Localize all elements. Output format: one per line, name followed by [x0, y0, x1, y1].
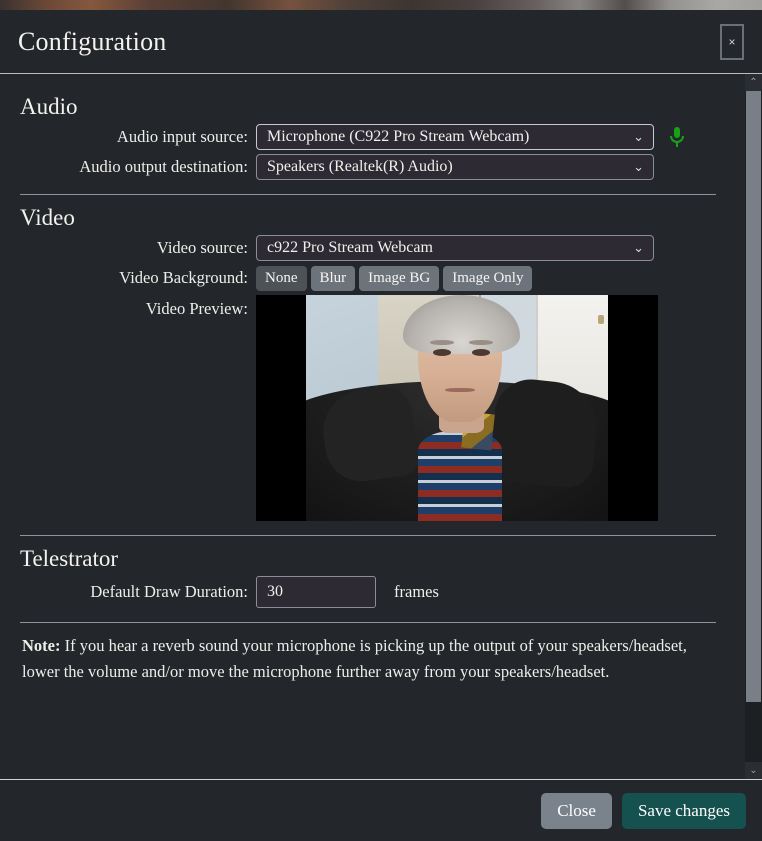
row-audio-input: Audio input source: Microphone (C922 Pro…: [8, 124, 728, 150]
scrollbar-thumb[interactable]: [746, 91, 761, 702]
video-source-label: Video source:: [8, 238, 256, 258]
section-heading-audio: Audio: [20, 94, 728, 120]
row-draw-duration: Default Draw Duration: frames: [8, 576, 728, 608]
video-preview-feed: [306, 295, 608, 521]
video-preview: [256, 295, 658, 521]
note-prefix: Note:: [22, 636, 60, 655]
dialog-footer: Close Save changes: [0, 779, 762, 841]
bg-option-image-bg[interactable]: Image BG: [359, 266, 439, 291]
chevron-down-icon: ⌄: [633, 125, 644, 149]
row-video-preview: Video Preview:: [8, 295, 728, 521]
close-icon[interactable]: ×: [720, 24, 744, 60]
bg-option-blur[interactable]: Blur: [311, 266, 356, 291]
section-heading-telestrator: Telestrator: [20, 546, 728, 572]
audio-output-value: Speakers (Realtek(R) Audio): [267, 158, 453, 175]
settings-scroll-content: Audio Audio input source: Microphone (C9…: [0, 74, 736, 779]
scroll-down-icon[interactable]: ⌄: [745, 762, 762, 779]
microphone-icon: [668, 126, 686, 148]
scroll-up-icon[interactable]: ⌃: [745, 74, 762, 91]
row-audio-output: Audio output destination: Speakers (Real…: [8, 154, 728, 180]
bg-option-image-only[interactable]: Image Only: [443, 266, 532, 291]
dialog-header: Configuration ×: [0, 10, 762, 74]
vertical-scrollbar[interactable]: ⌃ ⌄: [745, 74, 762, 779]
page-title: Configuration: [18, 29, 166, 55]
audio-input-value: Microphone (C922 Pro Stream Webcam): [267, 128, 529, 145]
draw-duration-input[interactable]: [256, 576, 376, 608]
draw-duration-unit: frames: [394, 582, 439, 602]
save-changes-button[interactable]: Save changes: [622, 793, 746, 829]
divider-audio-video: [20, 194, 716, 195]
bg-option-none[interactable]: None: [256, 266, 307, 291]
row-video-background: Video Background: None Blur Image BG Ima…: [8, 265, 728, 291]
dialog-body: Audio Audio input source: Microphone (C9…: [0, 74, 762, 779]
chevron-down-icon: ⌄: [633, 236, 644, 260]
audio-input-select[interactable]: Microphone (C922 Pro Stream Webcam) ⌄: [256, 124, 654, 150]
video-preview-label: Video Preview:: [8, 295, 256, 319]
video-background-label: Video Background:: [8, 268, 256, 288]
video-background-options: None Blur Image BG Image Only: [256, 266, 532, 291]
note-text: If you hear a reverb sound your micropho…: [22, 636, 687, 681]
reverb-note: Note: If you hear a reverb sound your mi…: [22, 633, 714, 684]
scrollbar-track[interactable]: [745, 91, 762, 762]
audio-output-select[interactable]: Speakers (Realtek(R) Audio) ⌄: [256, 154, 654, 180]
video-source-value: c922 Pro Stream Webcam: [267, 239, 433, 256]
draw-duration-label: Default Draw Duration:: [8, 582, 256, 602]
configuration-dialog: Configuration × Audio Audio input source…: [0, 10, 762, 841]
row-video-source: Video source: c922 Pro Stream Webcam ⌄: [8, 235, 728, 261]
close-button[interactable]: Close: [541, 793, 612, 829]
audio-input-label: Audio input source:: [8, 127, 256, 147]
divider-video-telestrator: [20, 535, 716, 536]
video-source-select[interactable]: c922 Pro Stream Webcam ⌄: [256, 235, 654, 261]
webcam-scene: [306, 295, 608, 521]
section-heading-video: Video: [20, 205, 728, 231]
audio-output-label: Audio output destination:: [8, 157, 256, 177]
divider-telestrator-note: [20, 622, 716, 623]
chevron-down-icon: ⌄: [633, 155, 644, 179]
